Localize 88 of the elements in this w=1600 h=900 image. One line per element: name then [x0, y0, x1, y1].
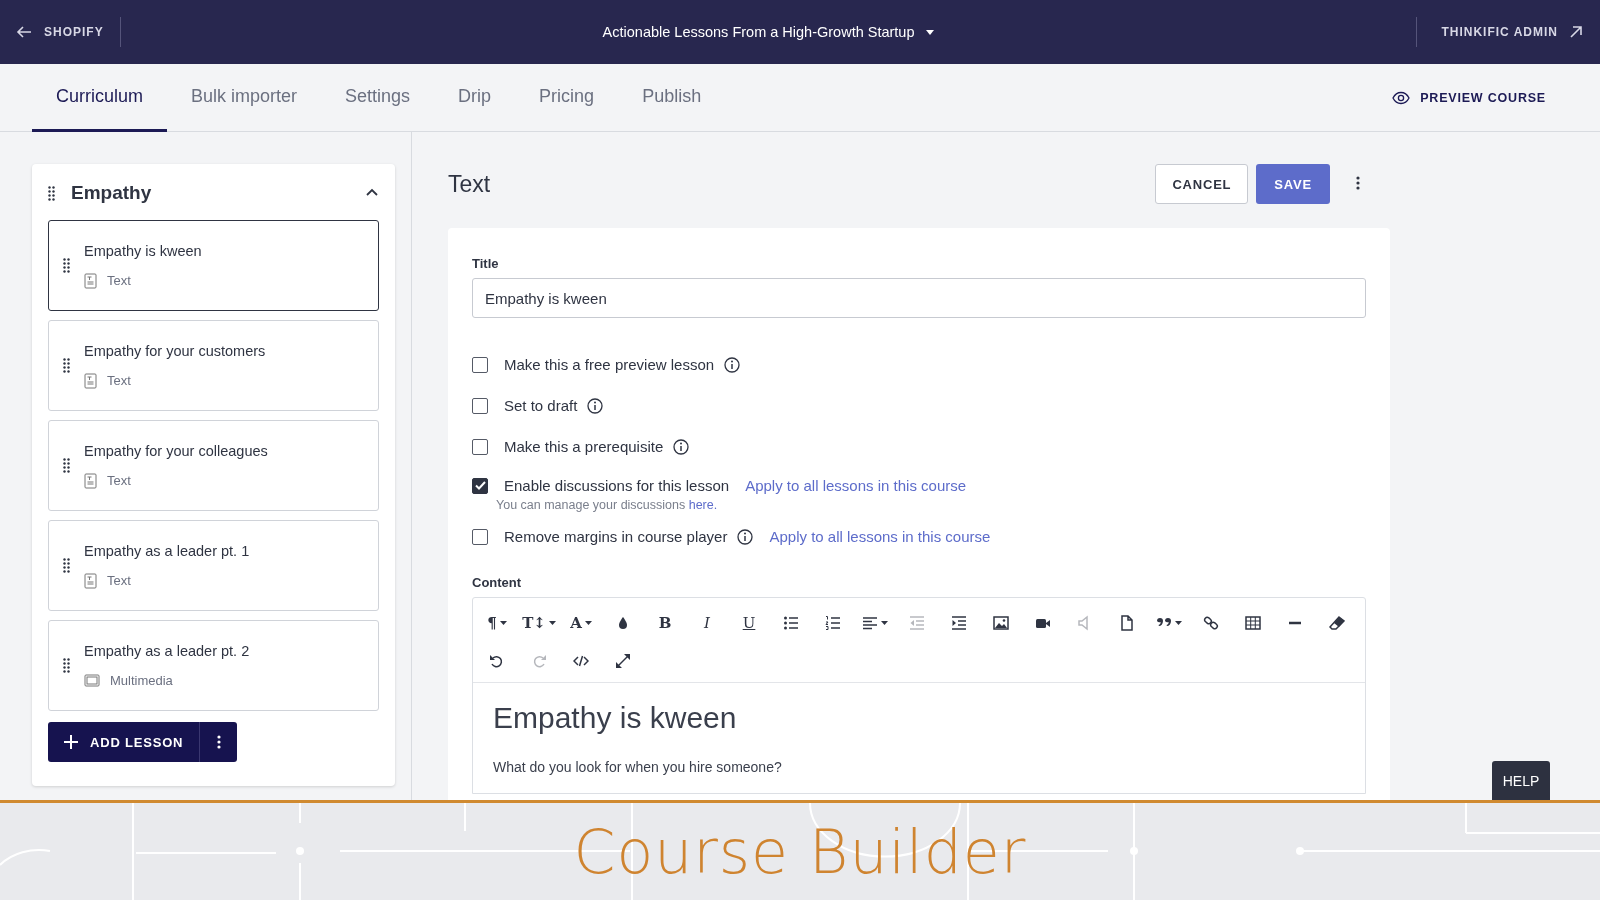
eye-icon: [1392, 89, 1411, 106]
align-left-icon: [862, 615, 878, 631]
drag-handle-icon: [63, 458, 70, 473]
kebab-icon: [1356, 175, 1360, 190]
code-icon: [573, 653, 589, 669]
admin-link[interactable]: THINKIFIC ADMIN: [1416, 17, 1600, 47]
drag-handle-icon: [63, 558, 70, 573]
tab[interactable]: Publish: [618, 64, 726, 132]
content-heading: Empathy is kween: [493, 701, 738, 735]
text-document-icon: [84, 272, 97, 289]
checkbox[interactable]: [472, 528, 488, 545]
drag-handle-icon: [63, 658, 70, 673]
undo-icon: [489, 653, 505, 669]
format-dropdown[interactable]: ¶: [479, 604, 515, 642]
text-document-icon: [84, 472, 97, 489]
media-frame-icon: [84, 673, 100, 688]
title-label: Title: [472, 256, 500, 271]
option-label: Make this a prerequisite: [504, 438, 664, 455]
lesson-type-label: Text: [107, 273, 131, 288]
lesson-type-label: Multimedia: [110, 673, 173, 688]
image-icon: [993, 615, 1009, 631]
expand-icon: [615, 653, 631, 669]
tab[interactable]: Drip: [434, 64, 516, 132]
drag-handle-icon: [48, 185, 55, 201]
checkbox[interactable]: [472, 356, 488, 373]
lesson-item[interactable]: Empathy for your customers Text: [48, 320, 379, 411]
outdent-icon: [909, 615, 925, 631]
bold-button[interactable]: B: [647, 604, 683, 642]
save-button[interactable]: SAVE: [1256, 164, 1330, 204]
kebab-icon: [216, 735, 221, 749]
cancel-button[interactable]: CANCEL: [1155, 164, 1249, 204]
tab[interactable]: Settings: [321, 64, 435, 132]
caret-icon: [924, 28, 935, 36]
option-label: Make this a free preview lesson: [504, 356, 715, 373]
lesson-title: Empathy as a leader pt. 1: [84, 542, 250, 559]
chapter-title: Empathy: [71, 182, 153, 204]
option-label: Remove margins in course player: [504, 528, 728, 545]
lesson-item[interactable]: Empathy for your colleagues Text: [48, 420, 379, 511]
link-icon: [1203, 615, 1219, 631]
back-link[interactable]: SHOPIFY: [0, 17, 121, 47]
text-document-icon: [84, 372, 97, 389]
eraser-icon: [1329, 615, 1345, 631]
text-document-icon: [84, 572, 97, 589]
table-icon: [1245, 615, 1261, 631]
italic-button[interactable]: I: [689, 604, 725, 642]
option-label: Set to draft: [504, 397, 578, 414]
option-label: Enable discussions for this lesson: [504, 477, 730, 494]
lesson-type-label: Text: [107, 373, 131, 388]
back-arrow-icon: [16, 24, 32, 40]
tab[interactable]: Pricing: [515, 64, 619, 132]
lesson-type-label: Text: [107, 473, 131, 488]
file-icon: [1119, 615, 1135, 631]
drag-handle-icon: [63, 358, 70, 373]
content-label: Content: [472, 575, 523, 590]
checkbox[interactable]: [472, 438, 488, 455]
help-button[interactable]: HELP: [1492, 761, 1550, 800]
title-input[interactable]: Empathy is kween: [472, 278, 1366, 318]
format-dropdown[interactable]: T↕: [521, 604, 557, 642]
lesson-title: Empathy as a leader pt. 2: [84, 643, 250, 659]
content-paragraph: What do you look for when you hire someone?: [493, 759, 783, 775]
lesson-title: Empathy is kween: [84, 242, 202, 259]
numbered-list-icon: [825, 615, 841, 631]
preview-course-button[interactable]: PREVIEW COURSE: [1386, 64, 1552, 131]
plus-icon: [64, 735, 78, 749]
here-link[interactable]: here.: [688, 498, 718, 512]
apply-all-link[interactable]: Apply to all lessons in this course: [769, 528, 991, 545]
course-title-dropdown[interactable]: Actionable Lessons From a High-Growth Startup: [596, 23, 941, 41]
checkbox[interactable]: [472, 397, 488, 414]
drag-handle-icon: [63, 258, 70, 273]
lesson-item[interactable]: Empathy as a leader pt. 1 Text: [48, 520, 379, 611]
discussion-note: You can manage your discussions here.: [496, 498, 719, 512]
external-arrow-icon: [1568, 24, 1584, 40]
tab[interactable]: Curriculum: [32, 64, 167, 132]
lesson-item[interactable]: Empathy is kween Text: [48, 220, 379, 311]
banner-title: Course Builder: [573, 816, 1027, 887]
redo-icon: [531, 653, 547, 669]
tab[interactable]: Bulk importer: [167, 64, 322, 132]
format-dropdown[interactable]: A: [563, 604, 599, 642]
lesson-type-label: Text: [107, 573, 131, 588]
bulleted-list-icon: [783, 615, 799, 631]
lesson-type-heading: Text: [448, 170, 492, 198]
apply-all-link[interactable]: Apply to all lessons in this course: [745, 477, 967, 494]
lesson-title: Empathy for your colleagues: [84, 442, 268, 459]
lesson-item[interactable]: Empathy as a leader pt. 2 Multimedia: [48, 620, 379, 711]
indent-icon: [951, 615, 967, 631]
underline-button[interactable]: U: [731, 604, 767, 642]
lesson-title: Empathy for your customers: [84, 342, 266, 359]
checkbox[interactable]: [472, 477, 488, 494]
